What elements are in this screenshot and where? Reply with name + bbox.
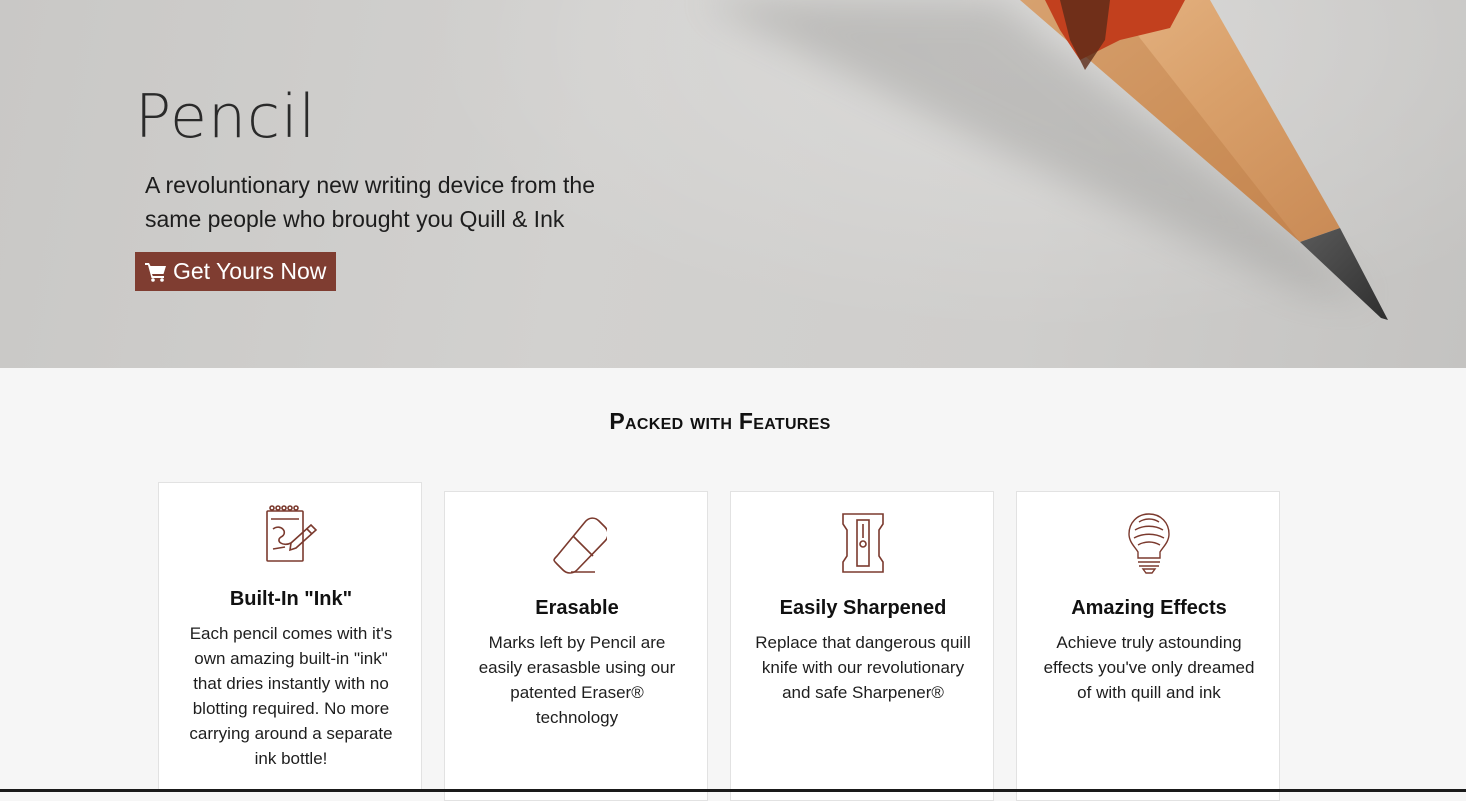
shopping-cart-icon: [145, 262, 166, 282]
hero-subtitle: A revoluntionary new writing device from…: [145, 172, 595, 232]
feature-text: Achieve truly astounding effects you've …: [1043, 633, 1255, 702]
feature-title: Erasable: [535, 597, 619, 619]
feature-card-easily-sharpened: Easily Sharpened Replace that dangerous …: [730, 491, 994, 801]
feature-card-amazing-effects: Amazing Effects Achieve truly astounding…: [1016, 491, 1280, 801]
feature-text: Replace that dangerous quill knife with …: [755, 633, 971, 702]
get-yours-now-button[interactable]: Get Yours Now: [135, 252, 337, 291]
feature-card-erasable: Erasable Marks left by Pencil are easily…: [444, 491, 708, 801]
notepad-pencil-icon: [266, 505, 318, 562]
lightbulb-icon: [1128, 513, 1170, 574]
eraser-icon: [553, 517, 607, 574]
feature-card-built-in-ink: Built-In "Ink" Each pencil comes with it…: [158, 482, 422, 792]
features-heading: Packed with Features: [609, 408, 831, 434]
cta-label: Get Yours Now: [173, 258, 327, 284]
hero-banner: Pencil A revoluntionary new writing devi…: [0, 0, 1466, 368]
feature-text: Each pencil comes with it's own amazing …: [189, 624, 393, 768]
feature-title: Built-In "Ink": [229, 588, 353, 610]
feature-title: Easily Sharpened: [779, 597, 947, 619]
feature-title: Amazing Effects: [1071, 597, 1227, 619]
feature-text: Marks left by Pencil are easily erasasbl…: [478, 633, 676, 727]
hero-title: Pencil: [135, 82, 317, 152]
sharpener-icon: [842, 513, 884, 573]
